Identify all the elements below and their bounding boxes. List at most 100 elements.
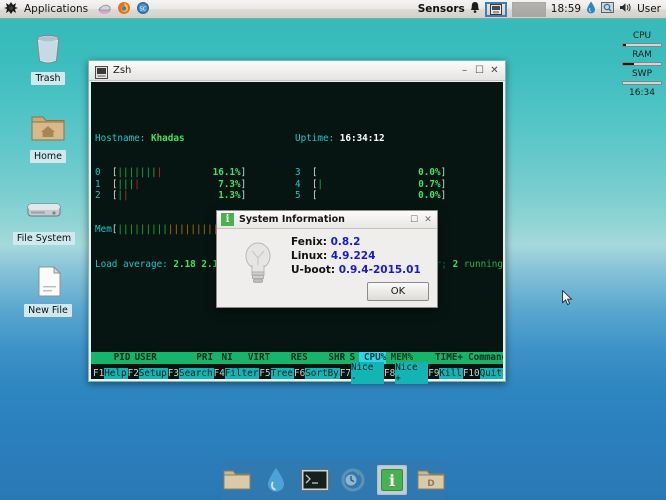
- dialog-info-label: Fenix:: [291, 236, 327, 248]
- dock-item-documents-folder[interactable]: D: [416, 465, 446, 495]
- dialog-info-lines: Fenix: 0.8.2 Linux: 4.9.224 U-boot: 0.9.4-…: [291, 235, 421, 277]
- bell-icon[interactable]: [470, 1, 480, 17]
- dialog-ok-button[interactable]: OK: [367, 282, 429, 301]
- htop-column-pid[interactable]: PID: [93, 352, 131, 363]
- bottom-dock: i D: [222, 460, 446, 500]
- fkey-f10-key[interactable]: F10: [462, 367, 480, 379]
- fkey-f3-key[interactable]: F3: [167, 367, 179, 379]
- svg-text:SC: SC: [140, 6, 147, 12]
- htop-uptime: Uptime: 16:34:12: [295, 132, 385, 144]
- fkey-f6-label[interactable]: SortBy: [305, 367, 340, 379]
- taskbar-empty-slot[interactable]: [511, 1, 546, 17]
- sysmon-ram-bar: [622, 62, 662, 66]
- htop-cpu-meters: 0 [|||||||| 16.1%] 3 [ 0.0%] 1 [|||| 7.3%]…: [95, 167, 503, 201]
- system-monitor-widget: CPU RAM SWP 16:34: [618, 30, 666, 99]
- dialog-maximize-button[interactable]: ☐: [407, 213, 421, 227]
- desktop-icon-label: Trash: [31, 72, 65, 85]
- fkey-f10-label[interactable]: Quit: [479, 367, 503, 379]
- trash-icon: [26, 30, 70, 70]
- fkey-f8-key[interactable]: F8: [384, 367, 396, 379]
- sysmon-swp-bar: [622, 81, 662, 85]
- svg-text:D: D: [427, 479, 434, 489]
- terminal-maximize-button[interactable]: ☐: [472, 63, 487, 78]
- htop-hostname: Hostname: Khadas: [95, 132, 185, 144]
- web-browser-icon[interactable]: [97, 1, 112, 18]
- fkey-f5-label[interactable]: Tree: [270, 367, 294, 379]
- water-drop-icon[interactable]: [586, 1, 596, 17]
- terminal-minimize-button[interactable]: –: [457, 63, 472, 78]
- system-information-dialog[interactable]: i System Information ☐ ✕ Fenix: 0.8.2 Lin…: [216, 210, 438, 308]
- dock-item-system-info[interactable]: i: [377, 465, 408, 495]
- dock-item-water-drop[interactable]: [261, 465, 291, 495]
- dialog-titlebar[interactable]: i System Information ☐ ✕: [217, 211, 437, 229]
- dock-item-terminal[interactable]: [300, 465, 330, 495]
- htop-column-virt[interactable]: VIRT: [233, 352, 270, 363]
- htop-column-user[interactable]: USER: [131, 352, 187, 363]
- sysmon-swp-label: SWP: [631, 69, 653, 79]
- dialog-info-label: U-boot:: [291, 264, 336, 276]
- fkey-f4-key[interactable]: F4: [213, 367, 225, 379]
- media-icon[interactable]: SC: [136, 1, 150, 18]
- dock-item-update[interactable]: [338, 465, 368, 495]
- fkey-f7-key[interactable]: F7: [339, 367, 351, 379]
- sysmon-ram-label: RAM: [632, 50, 652, 60]
- htop-column-ni[interactable]: NI: [213, 352, 233, 363]
- dialog-close-button[interactable]: ✕: [421, 213, 435, 227]
- fkey-f1-label[interactable]: Help: [104, 367, 128, 379]
- info-icon: i: [221, 213, 234, 226]
- applications-menu-label[interactable]: Applications: [24, 3, 88, 15]
- fkey-f5-key[interactable]: F5: [259, 367, 271, 379]
- sysmon-cpu-bar: [622, 43, 662, 47]
- htop-cpu-meter: 4 [| 0.7%]: [295, 178, 447, 190]
- desktop-icon-home[interactable]: Home: [12, 108, 84, 163]
- fkey-f6-key[interactable]: F6: [293, 367, 306, 379]
- terminal-close-button[interactable]: ✕: [487, 63, 502, 78]
- sensors-label[interactable]: Sensors: [418, 3, 465, 15]
- htop-column-res[interactable]: RES: [270, 352, 308, 363]
- hard-drive-icon: [22, 190, 66, 230]
- desktop-icon-label: File System: [12, 232, 76, 245]
- htop-cpu-row: 2 [|| 1.3%] 5 [ 0.0%]: [95, 190, 503, 201]
- desktop: Applications SC Sensors 18:59 User Trash…: [0, 0, 666, 500]
- sysmon-clock: 16:34: [629, 88, 655, 98]
- volume-icon[interactable]: [619, 1, 632, 17]
- dialog-info-value: 0.8.2: [330, 236, 361, 248]
- htop-cpu-row: 0 [|||||||| 16.1%] 3 [ 0.0%]: [95, 167, 503, 178]
- dialog-info-label: Linux:: [291, 250, 328, 262]
- fkey-f4-label[interactable]: Filter: [224, 367, 260, 379]
- desktop-icon-label: Home: [29, 150, 67, 163]
- terminal-titlebar[interactable]: Zsh – ☐ ✕: [89, 61, 505, 81]
- dock-item-file-manager[interactable]: [222, 465, 252, 495]
- dialog-info-line: Fenix: 0.8.2: [291, 235, 421, 249]
- fkey-f9-key[interactable]: F9: [428, 367, 440, 379]
- terminal-icon: [95, 64, 108, 79]
- desktop-icon-file-system[interactable]: File System: [8, 190, 80, 245]
- htop-column-shr[interactable]: SHR: [308, 352, 345, 363]
- lightbulb-icon: [239, 239, 277, 289]
- htop-table-header[interactable]: PID USER PRI NI VIRT RES SHR S CPU% MEM% TIME+ Comm…: [91, 352, 503, 364]
- htop-cpu-meter: 5 [ 0.0%]: [295, 190, 447, 202]
- desktop-icon-trash[interactable]: Trash: [12, 30, 84, 85]
- fkey-f3-label[interactable]: Search: [179, 367, 214, 379]
- htop-column-command[interactable]: Command: [463, 352, 503, 363]
- magnifier-icon[interactable]: [601, 1, 615, 17]
- htop-column-pri[interactable]: PRI: [186, 352, 213, 363]
- applications-menu-icon[interactable]: [4, 1, 19, 18]
- terminal-title: Zsh: [113, 65, 132, 76]
- fkey-f9-label[interactable]: Kill: [439, 367, 463, 379]
- fkey-f8-label[interactable]: Nice +: [395, 362, 429, 384]
- htop-cpu-row: 1 [|||| 7.3%] 4 [| 0.7%]: [95, 179, 503, 190]
- fkey-f2-key[interactable]: F2: [127, 367, 139, 379]
- htop-function-bar[interactable]: F1 Help F2 Setup F3 Search F4 Filter F5 Tree F6 Sor…: [91, 362, 503, 384]
- user-menu-label[interactable]: User: [637, 3, 661, 15]
- panel-clock[interactable]: 18:59: [551, 3, 581, 15]
- fkey-f7-label[interactable]: Nice -: [350, 362, 384, 384]
- firefox-icon[interactable]: [117, 1, 131, 18]
- htop-cpu-meter: 0 [|||||||| 16.1%]: [95, 167, 247, 179]
- fkey-f2-label[interactable]: Setup: [138, 367, 168, 379]
- dialog-info-value: 0.9.4-2015.01: [338, 264, 421, 276]
- htop-cpu-meter: 1 [|||| 7.3%]: [95, 178, 247, 190]
- fkey-f1-key[interactable]: F1: [93, 367, 105, 379]
- taskbar-window-zsh[interactable]: [484, 1, 507, 17]
- desktop-icon-new-file[interactable]: New File: [12, 262, 84, 317]
